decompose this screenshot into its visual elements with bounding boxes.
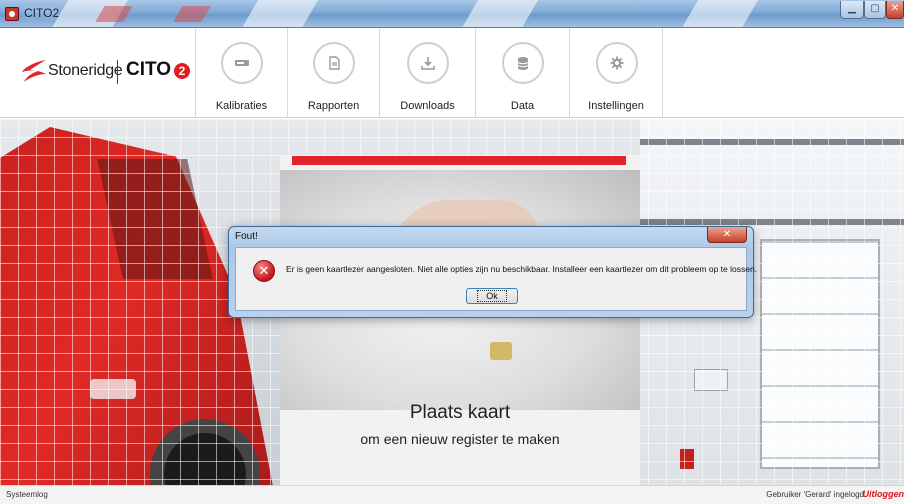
nav-label: Data xyxy=(510,100,535,112)
titlebar-reflection xyxy=(241,0,319,27)
logo-product-suffix: 2 xyxy=(174,63,190,79)
nav-label: Kalibraties xyxy=(215,100,268,112)
smartcard-chip xyxy=(490,342,512,360)
stoneridge-swoosh-icon xyxy=(22,60,46,82)
dialog-title: Fout! xyxy=(235,231,258,242)
database-icon xyxy=(517,57,529,70)
maximize-button[interactable]: ▢ xyxy=(864,1,886,19)
error-icon: ✕ xyxy=(253,260,275,282)
system-log-link[interactable]: Systeemlog xyxy=(6,490,48,499)
titlebar-reflection xyxy=(173,6,211,22)
nav-item-downloads[interactable]: Downloads xyxy=(379,28,475,118)
nav-icon-circle xyxy=(596,42,638,84)
logged-in-user: Gebruiker 'Gerard' ingelogd xyxy=(766,490,864,499)
logo-product: CITO xyxy=(126,59,172,80)
status-bar: Systeemlog Gebruiker 'Gerard' ingelogd U… xyxy=(0,485,904,504)
logout-link[interactable]: Uitloggen xyxy=(863,489,904,499)
dialog-message: Er is geen kaartlezer aangesloten. Niet … xyxy=(286,264,758,274)
main-header: Stoneridge CITO 2 Kalibraties Rapporten … xyxy=(0,28,904,118)
dialog-body: ✕ Er is geen kaartlezer aangesloten. Nie… xyxy=(235,247,757,311)
card-accent-bar xyxy=(292,156,626,165)
close-window-button[interactable]: ✕ xyxy=(886,1,904,19)
titlebar-reflection xyxy=(681,0,759,27)
download-icon xyxy=(421,57,435,70)
nav-item-kalibraties[interactable]: Kalibraties xyxy=(195,28,287,118)
card-reader-icon xyxy=(235,60,249,66)
nav-icon-circle xyxy=(407,42,449,84)
window-title: CITO2 xyxy=(24,6,60,20)
insert-card-panel: Plaats kaart om een nieuw register te ma… xyxy=(280,156,640,485)
ok-button-label: Ok xyxy=(477,290,507,302)
nav-icon-circle xyxy=(221,42,263,84)
insert-card-title: Plaats kaart xyxy=(409,402,511,423)
logo-divider xyxy=(117,60,118,84)
insert-card-subtitle: om een nieuw register te maken xyxy=(360,431,560,447)
nav-label: Downloads xyxy=(400,100,455,112)
nav-icon-circle xyxy=(502,42,544,84)
logo-brand: Stoneridge xyxy=(48,62,123,79)
app-icon[interactable] xyxy=(5,7,19,21)
nav-label: Rapporten xyxy=(307,100,360,112)
nav-icon-circle xyxy=(313,42,355,84)
nav-item-rapporten[interactable]: Rapporten xyxy=(287,28,379,118)
gear-icon xyxy=(610,56,624,70)
logo: Stoneridge CITO 2 xyxy=(0,28,200,118)
titlebar-reflection xyxy=(461,0,539,27)
error-dialog: Fout! ✕ ✕ Er is geen kaartlezer aangeslo… xyxy=(228,226,757,318)
nav-item-data[interactable]: Data xyxy=(475,28,569,118)
dialog-close-button[interactable]: ✕ xyxy=(707,227,747,243)
window-titlebar: CITO2 ▁ ▢ ✕ xyxy=(0,0,904,28)
nav-label: Instellingen xyxy=(588,100,644,112)
document-icon xyxy=(329,56,340,70)
nav-item-instellingen[interactable]: Instellingen xyxy=(569,28,663,118)
minimize-button[interactable]: ▁ xyxy=(840,1,864,19)
ok-button[interactable]: Ok xyxy=(466,288,518,304)
